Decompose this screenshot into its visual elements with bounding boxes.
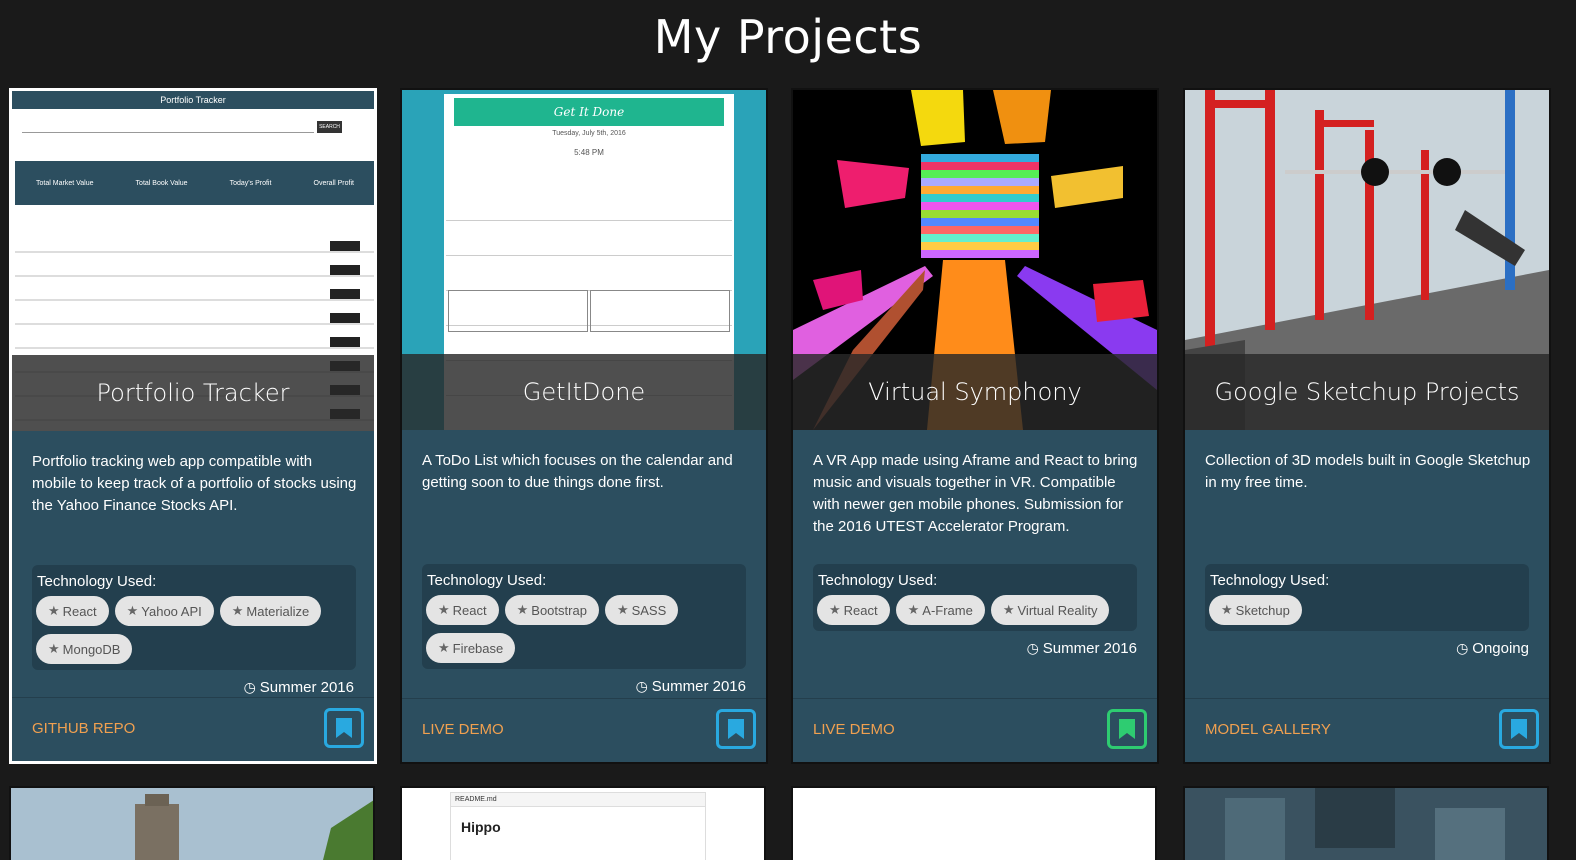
clock-icon: ◷ [1026,640,1039,656]
project-description: Collection of 3D models built in Google … [1205,452,1531,491]
bookmark-icon [1119,719,1135,739]
project-title: Google Sketchup Projects [1185,354,1549,430]
tech-chip: ★ A-Frame [895,595,985,625]
tech-chip: ★ React [36,596,109,626]
readme-file-label: README.md [451,793,705,807]
preview-stat: Overall Profit [313,179,354,187]
star-icon: ★ [48,641,60,656]
star-icon: ★ [1002,602,1015,617]
project-card-google-sketchup[interactable]: Google Sketchup Projects Collection of 3… [1183,88,1551,764]
star-icon: ★ [126,603,139,618]
city-model-image [11,788,373,860]
readme-heading: Hippo [461,819,501,835]
preview-time: 5:48 PM [574,148,604,157]
tech-chip: ★ Firebase [426,633,516,663]
project-title: GetItDone [402,354,766,430]
tech-box: Technology Used: ★ React ★ Yahoo API ★ Mate… [32,565,356,670]
live-demo-link[interactable]: LIVE DEMO [813,721,895,738]
star-icon: ★ [438,602,450,617]
tech-box: Technology Used: ★ React ★ Bootstrap ★ SASS… [422,564,746,669]
clock-icon: ◷ [243,679,256,695]
bookmark-icon [728,719,744,739]
bookmark-icon [1511,719,1527,739]
bookmark-icon [336,718,352,738]
project-date: ◷ Summer 2016 [1026,640,1137,657]
project-description: Portfolio tracking web app compatible wi… [32,453,357,514]
preview-stat: Today's Profit [229,179,272,187]
star-icon: ★ [438,640,450,655]
live-demo-link[interactable]: LIVE DEMO [422,721,504,738]
project-date: ◷ Summer 2016 [243,679,354,696]
preview-date: Tuesday, July 5th, 2016 [552,130,626,137]
tech-chip: ★ Materialize [219,596,322,626]
bookmark-button[interactable] [1499,709,1539,749]
preview-stat: Total Market Value [36,179,94,187]
tech-chip: ★ Sketchup [1209,595,1302,625]
tech-box: Technology Used: ★ React ★ A-Frame ★ Virtua… [813,564,1137,631]
clock-icon: ◷ [635,678,648,694]
preview-search-button: SEARCH [317,121,342,133]
star-icon: ★ [48,603,60,618]
tech-chip: ★ Yahoo API [114,596,214,626]
preview-app-title: Get It Done [454,98,724,126]
project-card-row2-1[interactable] [9,786,375,860]
page-title: My Projects [653,10,923,64]
tech-label: Technology Used: [37,573,157,590]
clock-icon: ◷ [1456,640,1469,656]
star-icon: ★ [907,602,920,617]
tech-chip: ★ React [426,595,499,625]
github-repo-link[interactable]: GITHUB REPO [32,720,135,737]
preview-header: Portfolio Tracker [12,91,374,109]
card-footer: MODEL GALLERY [1185,698,1549,762]
project-date: ◷ Ongoing [1456,640,1529,657]
model-gallery-link[interactable]: MODEL GALLERY [1205,721,1331,738]
bookmark-button[interactable] [716,709,756,749]
project-card-getitdone[interactable]: Get It Done Tuesday, July 5th, 2016 5:48… [400,88,768,764]
project-card-virtual-symphony[interactable]: Virtual Symphony A VR App made using Afr… [791,88,1159,764]
project-title: Portfolio Tracker [12,355,374,431]
project-card-row2-3[interactable] [791,786,1157,860]
tech-chip: ★ Bootstrap [504,595,599,625]
star-icon: ★ [231,603,244,618]
card-footer: LIVE DEMO [793,698,1157,762]
project-card-row2-4[interactable] [1183,786,1549,860]
bookmark-button[interactable] [324,708,364,748]
star-icon: ★ [516,602,529,617]
tech-box: Technology Used: ★ Sketchup [1205,564,1529,631]
tech-chip: ★ React [817,595,890,625]
tech-label: Technology Used: [818,572,938,589]
project-date: ◷ Summer 2016 [635,678,746,695]
tech-chip: ★ Virtual Reality [990,595,1110,625]
bookmark-button[interactable] [1107,709,1147,749]
star-icon: ★ [829,602,841,617]
tech-chip: ★ SASS [604,595,679,625]
star-icon: ★ [1221,602,1233,617]
card-footer: GITHUB REPO [12,697,374,761]
project-card-row2-2[interactable]: README.md Hippo [400,786,766,860]
project-card-portfolio-tracker[interactable]: Portfolio Tracker SEARCH Total Market Va… [9,88,377,764]
project-title: Virtual Symphony [793,354,1157,430]
preview-stat: Total Book Value [135,179,188,187]
card-footer: LIVE DEMO [402,698,766,762]
tech-label: Technology Used: [427,572,547,589]
project-description: A VR App made using Aframe and React to … [813,452,1138,535]
tech-chip: ★ MongoDB [36,634,133,664]
project-description: A ToDo List which focuses on the calenda… [422,452,733,491]
star-icon: ★ [616,602,629,617]
tech-label: Technology Used: [1210,572,1330,589]
aerial-city-image [1185,788,1547,860]
